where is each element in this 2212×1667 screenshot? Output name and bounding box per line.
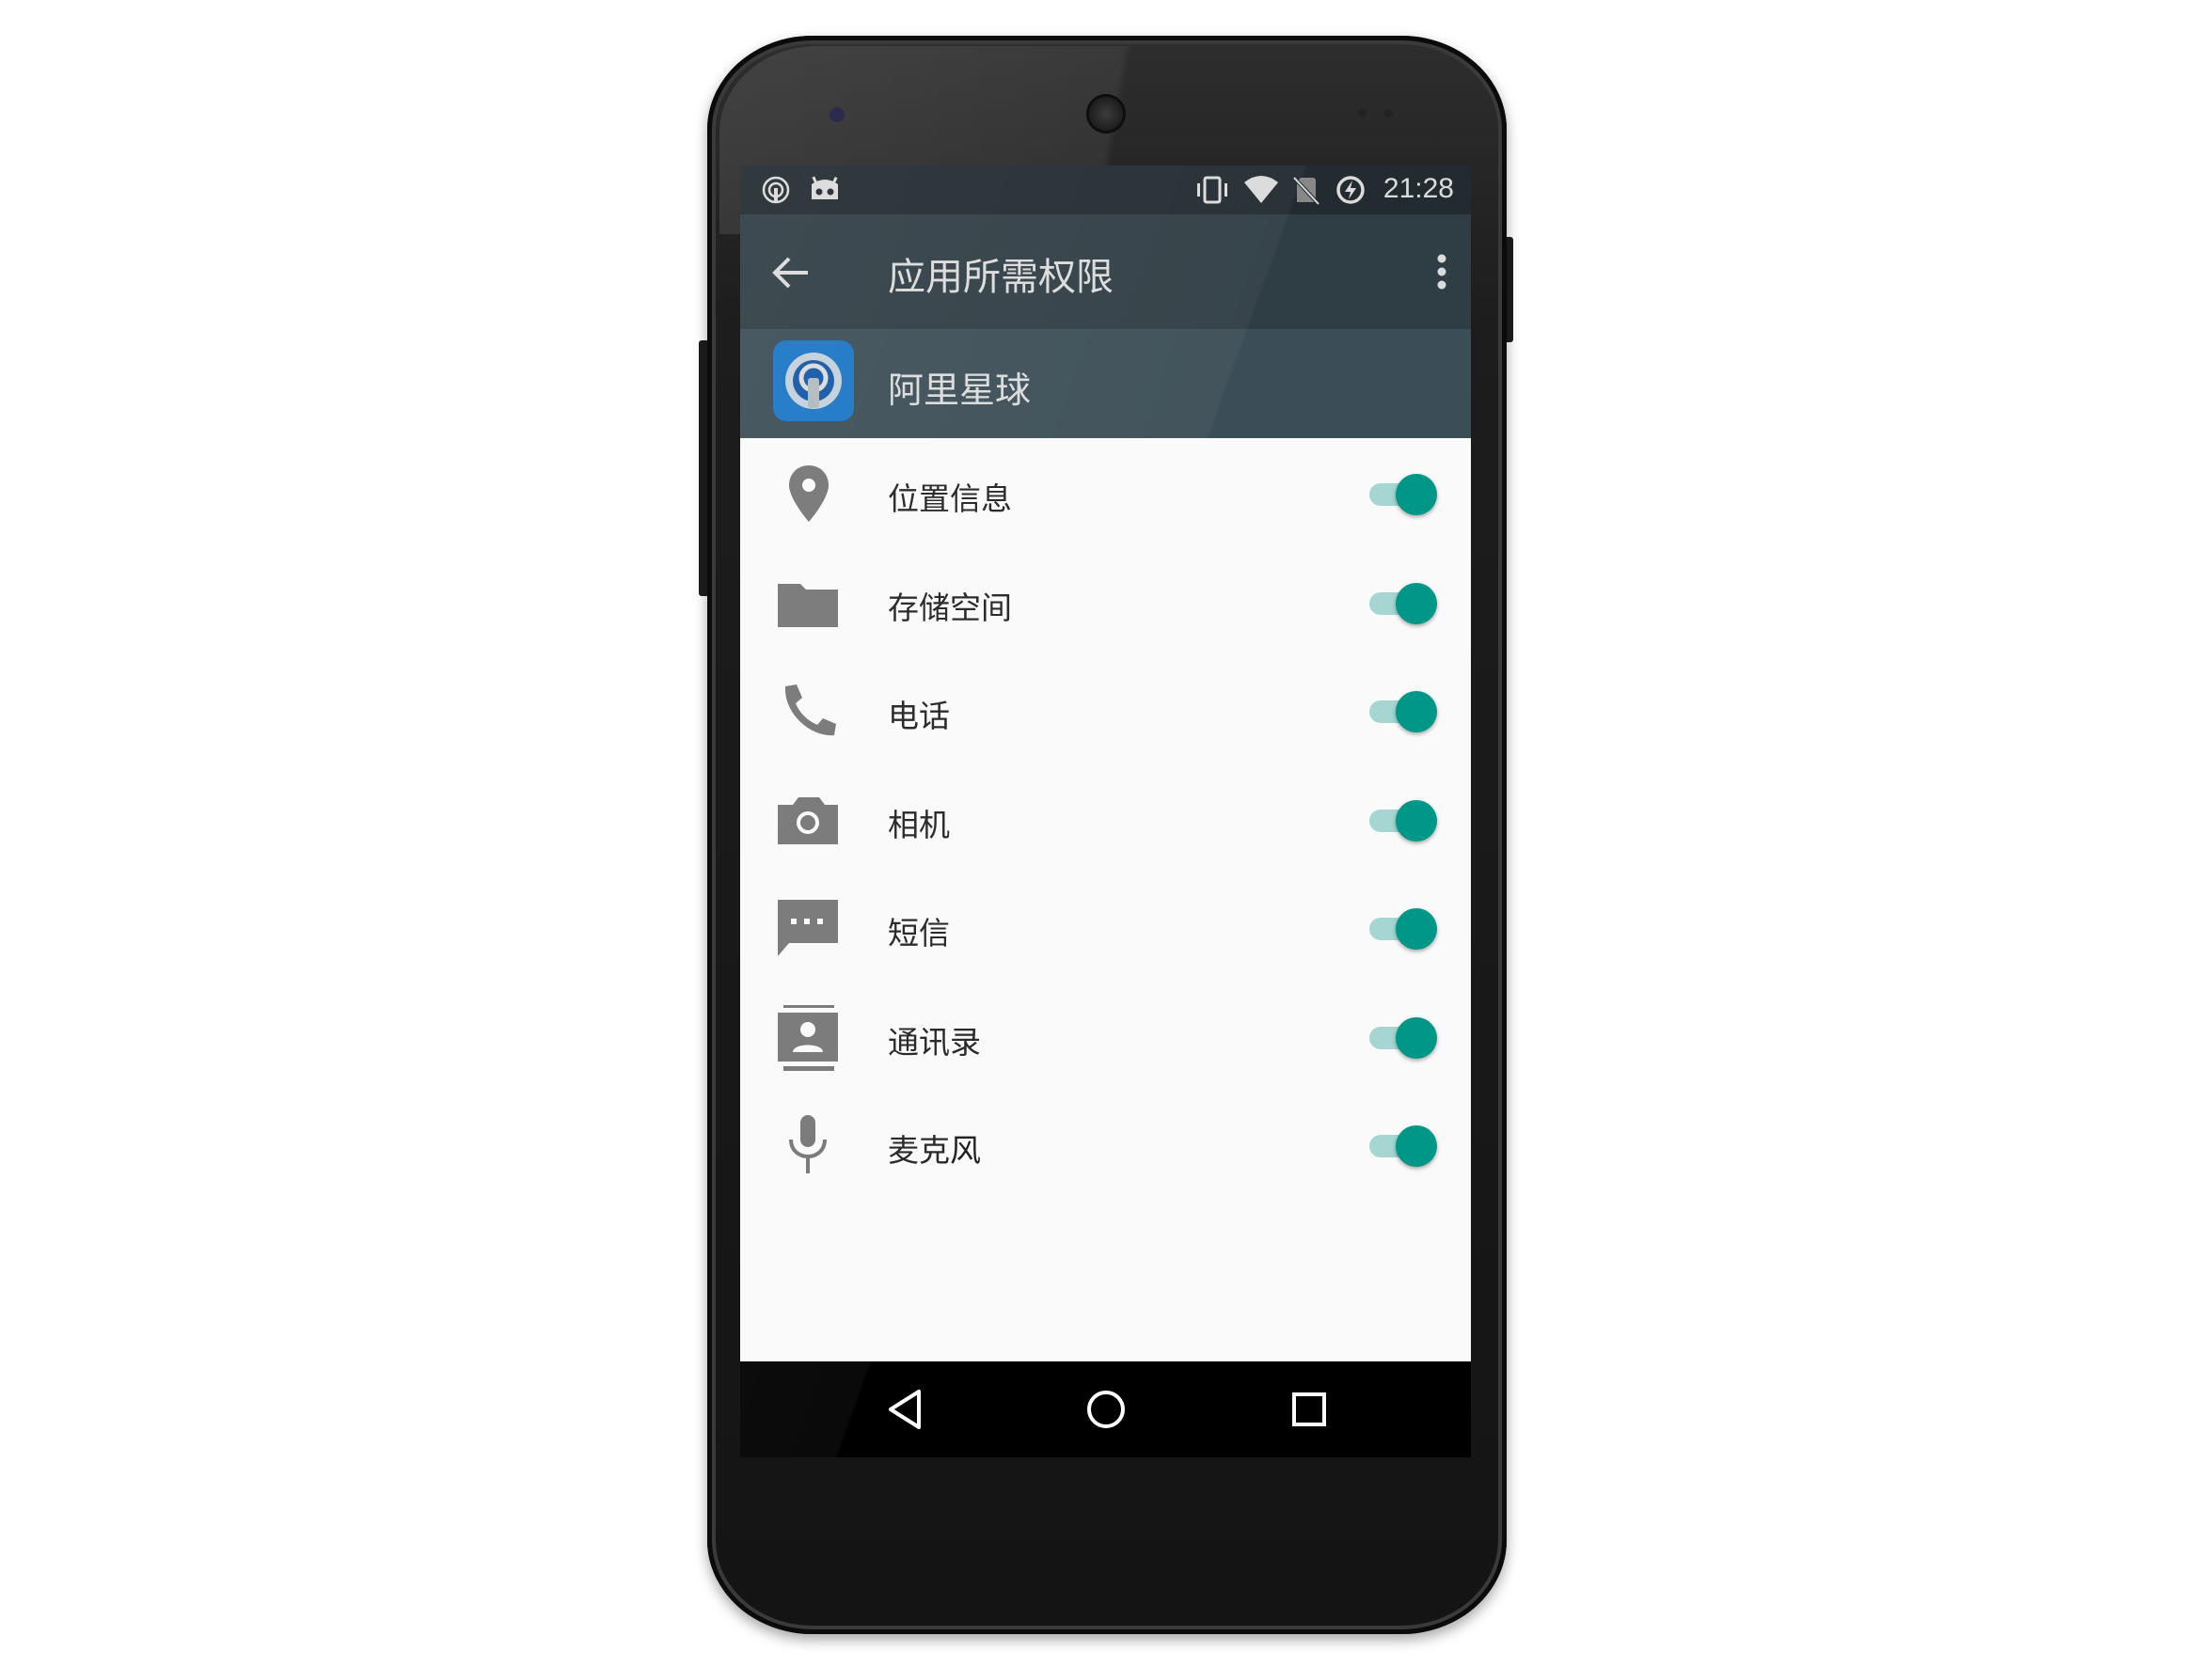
app-toolbar: 应用所需权限 [740, 214, 1471, 329]
location-pin-icon [776, 462, 842, 527]
app-header: 阿里星球 [740, 329, 1471, 438]
permission-switch-camera[interactable] [1366, 799, 1437, 841]
permission-row-phone[interactable]: 电话 [740, 655, 1471, 764]
nav-back-button[interactable] [881, 1384, 932, 1435]
home-circle-icon [1087, 1391, 1125, 1428]
podcast-icon [761, 175, 791, 209]
camera-icon [776, 788, 842, 854]
permission-switch-contacts[interactable] [1366, 1016, 1437, 1059]
permission-switch-storage[interactable] [1366, 582, 1437, 624]
permission-label: 短信 [888, 915, 950, 951]
sensor-dot [1384, 109, 1393, 118]
permission-row-sms[interactable]: 短信 [740, 873, 1471, 982]
android-debug-icon [808, 175, 842, 209]
navigation-bar [740, 1361, 1471, 1457]
permission-row-storage[interactable]: 存储空间 [740, 547, 1471, 656]
permission-label: 位置信息 [888, 480, 1012, 517]
permission-label: 存储空间 [888, 589, 1012, 626]
ali-planet-app-icon [785, 353, 842, 409]
folder-icon [776, 571, 842, 637]
permission-switch-location[interactable] [1366, 474, 1437, 515]
wifi-icon [1243, 175, 1279, 209]
nav-recents-button[interactable] [1284, 1384, 1335, 1435]
microphone-icon [776, 1113, 842, 1179]
status-bar: 21:28 [740, 165, 1471, 214]
vibrate-icon [1193, 175, 1231, 209]
status-clock: 21:28 [1382, 173, 1454, 204]
data-saver-icon [1335, 175, 1367, 209]
phone-icon [776, 679, 842, 745]
app-icon [773, 340, 854, 421]
recents-square-icon [1292, 1392, 1326, 1426]
permission-label: 通讯录 [888, 1023, 981, 1061]
contacts-icon [776, 1002, 842, 1071]
permission-switch-microphone[interactable] [1366, 1125, 1437, 1167]
nav-home-button[interactable] [1081, 1384, 1131, 1435]
front-camera [1086, 94, 1126, 134]
permission-row-location[interactable]: 位置信息 [740, 438, 1471, 547]
sensor-dot [1358, 109, 1367, 118]
permission-switch-phone[interactable] [1366, 691, 1437, 732]
permission-row-camera[interactable]: 相机 [740, 764, 1471, 873]
app-name: 阿里星球 [888, 370, 1032, 411]
proximity-sensor [830, 107, 845, 122]
arrow-back-icon [772, 257, 808, 289]
permission-label: 相机 [888, 806, 950, 843]
back-button[interactable] [770, 254, 812, 291]
more-vert-icon [1437, 254, 1446, 290]
sms-icon [776, 896, 842, 962]
no-sim-icon [1291, 175, 1321, 209]
permission-label: 麦克风 [888, 1132, 981, 1169]
page-title: 应用所需权限 [888, 256, 1114, 299]
back-triangle-icon [889, 1390, 921, 1429]
permission-row-contacts[interactable]: 通讯录 [740, 982, 1471, 1091]
screen: 21:28 应用所需权限 阿里星球 位置信息 存储空间 电话 相机 短信 通讯录… [740, 165, 1471, 1457]
permission-row-microphone[interactable]: 麦克风 [740, 1090, 1471, 1199]
permission-switch-sms[interactable] [1366, 908, 1437, 950]
permission-list: 位置信息 存储空间 电话 相机 短信 通讯录 麦克风 [740, 438, 1471, 1199]
more-options-button[interactable] [1428, 248, 1456, 295]
canvas: 21:28 应用所需权限 阿里星球 位置信息 存储空间 电话 相机 短信 通讯录… [0, 0, 2212, 1667]
permission-label: 电话 [888, 698, 950, 734]
